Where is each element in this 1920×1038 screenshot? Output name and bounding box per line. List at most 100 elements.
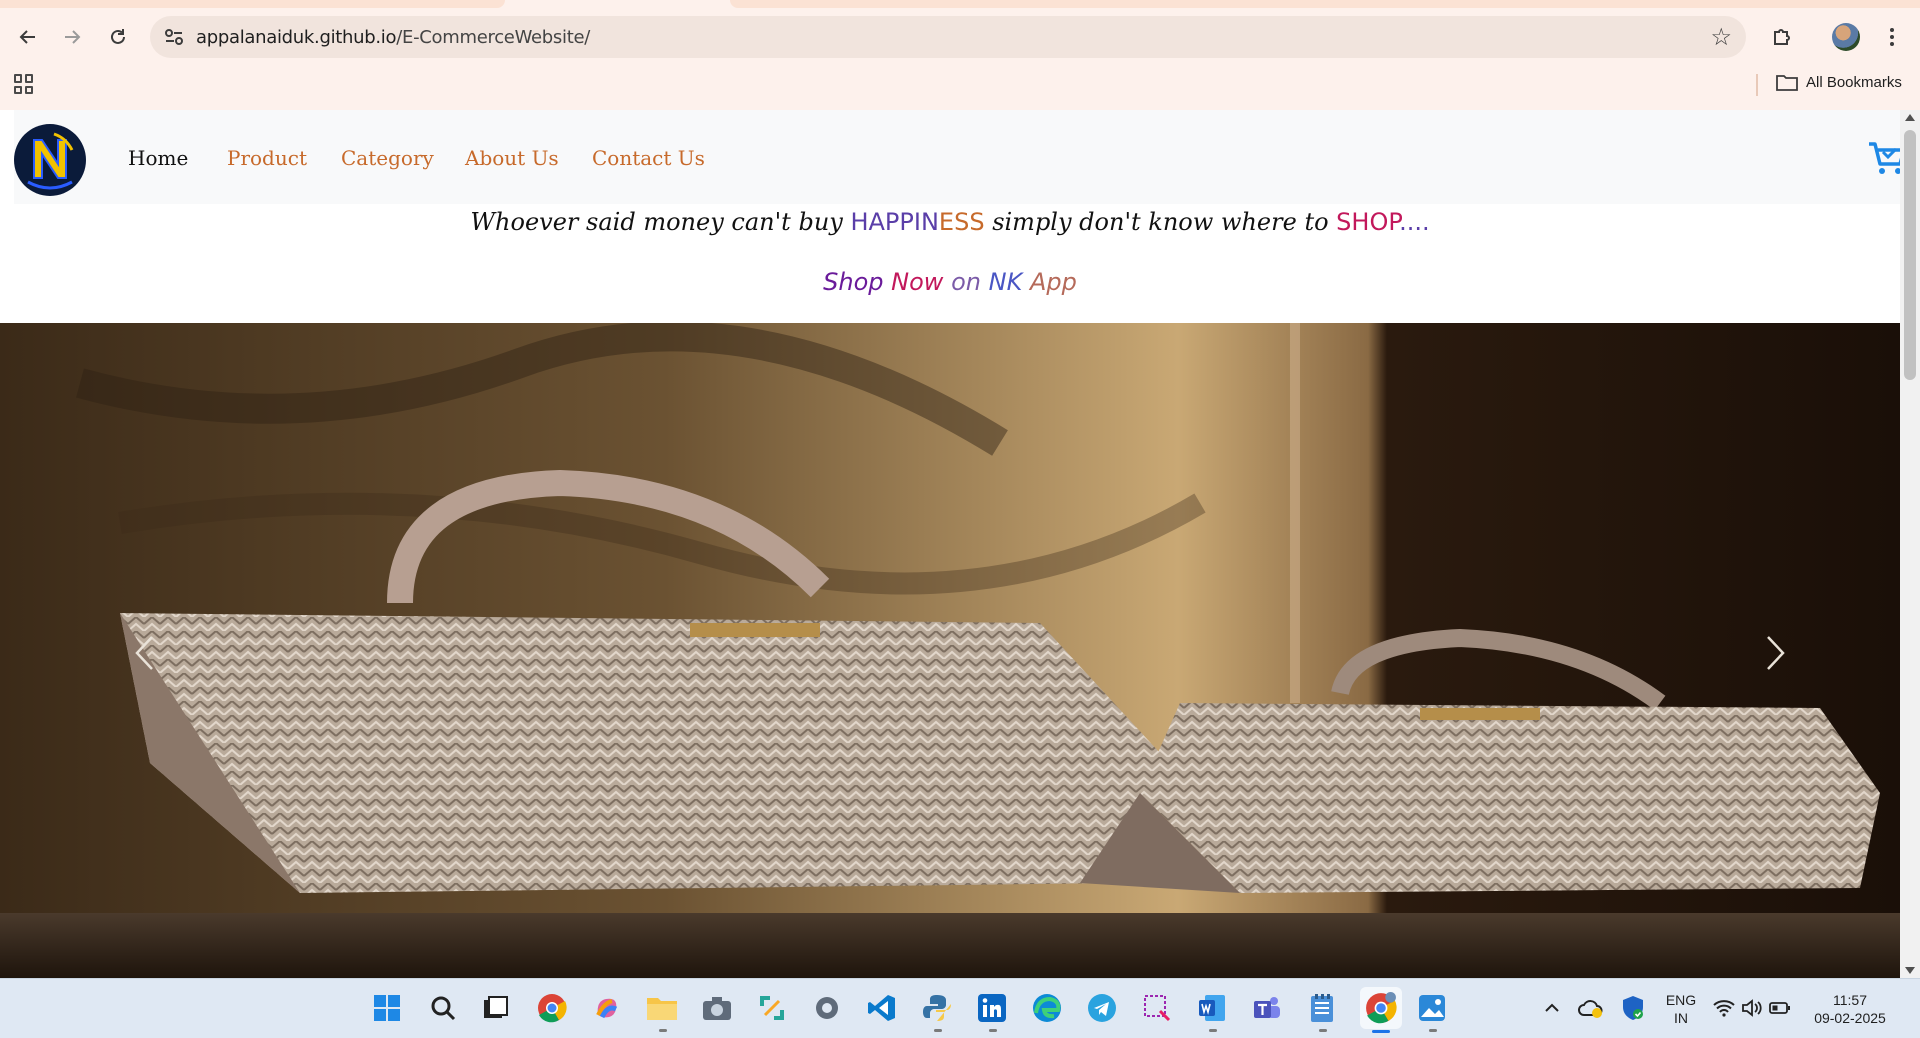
taskbar-python[interactable] [920, 991, 954, 1025]
taskbar-chrome[interactable] [535, 991, 569, 1025]
word-icon [1199, 995, 1225, 1021]
taskbar-edge[interactable] [1030, 991, 1064, 1025]
taskbar-notepad[interactable] [1305, 991, 1339, 1025]
profile-avatar[interactable] [1832, 23, 1860, 51]
clock-time: 11:57 [1833, 992, 1867, 1008]
scroll-thumb[interactable] [1904, 130, 1916, 380]
shield-icon [1623, 996, 1643, 1020]
hero-carousel[interactable] [0, 323, 1900, 978]
gear-icon [816, 997, 838, 1019]
snipping-tool-icon [760, 996, 784, 1020]
running-indicator [934, 1029, 942, 1032]
taskbar-linkedin[interactable] [975, 991, 1009, 1025]
address-bar[interactable]: appalanaiduk.github.io/E-CommerceWebsite… [150, 16, 1746, 58]
site-settings-icon[interactable] [162, 25, 186, 49]
telegram-icon [1088, 994, 1116, 1022]
carousel-slide-image [0, 323, 1900, 978]
clock[interactable]: 11:57 09-02-2025 [1810, 991, 1890, 1027]
arrow-right-icon [65, 30, 81, 44]
forward-button[interactable] [54, 19, 90, 55]
cta-nk: NK [988, 268, 1023, 296]
cta-now: Now [891, 268, 944, 296]
edge-icon [1033, 994, 1061, 1022]
cta-app: App [1029, 268, 1077, 296]
taskbar-vscode[interactable] [865, 991, 899, 1025]
battery-icon [1769, 1002, 1790, 1014]
taskbar-file-explorer[interactable] [645, 991, 679, 1025]
nav-product[interactable]: Product [227, 146, 307, 170]
taskbar-teams[interactable] [1250, 991, 1284, 1025]
running-indicator [1209, 1029, 1217, 1032]
taskbar-telegram[interactable] [1085, 991, 1119, 1025]
search-button[interactable] [426, 991, 460, 1025]
nav-contact-us[interactable]: Contact Us [592, 146, 705, 170]
chevron-right-icon [1767, 636, 1785, 670]
tagline: Whoever said money can't buy HAPPINESS s… [0, 208, 1900, 236]
nk-logo-icon [15, 125, 85, 195]
running-indicator [1429, 1029, 1437, 1032]
wifi-icon [1713, 1000, 1735, 1017]
quick-settings-button[interactable] [1712, 991, 1792, 1025]
cloud-warning-icon [1578, 1000, 1603, 1018]
nav-category[interactable]: Category [341, 146, 434, 170]
show-hidden-icons-button[interactable] [1535, 991, 1569, 1025]
taskbar-snipping[interactable] [755, 991, 789, 1025]
onedrive-tray[interactable] [1574, 991, 1608, 1025]
photos-icon [1419, 995, 1445, 1021]
taskbar-settings[interactable] [810, 991, 844, 1025]
web-page: Home Product Category About Us Contact U… [0, 110, 1900, 978]
volume-icon [1742, 999, 1762, 1017]
menu-button[interactable] [1874, 19, 1910, 55]
tagline-shop: SHOP [1336, 208, 1400, 236]
scroll-up-icon[interactable] [1905, 114, 1915, 121]
region-code: IN [1674, 1010, 1688, 1026]
taskbar-camera[interactable] [700, 991, 734, 1025]
bookmark-star-icon[interactable]: ☆ [1710, 23, 1732, 52]
chrome-icon [538, 994, 567, 1023]
windows-taskbar: ENG IN 11:57 09-02-2025 [0, 978, 1920, 1038]
tab-strip [0, 0, 1920, 10]
carousel-prev-button[interactable] [114, 623, 174, 683]
taskbar-copilot[interactable] [590, 991, 624, 1025]
extensions-button[interactable] [1764, 19, 1800, 55]
taskbar-snip-sketch[interactable] [1140, 991, 1174, 1025]
site-logo[interactable] [14, 124, 86, 196]
apps-grid-icon[interactable] [14, 74, 34, 94]
folder-icon [647, 998, 677, 1020]
linkedin-icon [978, 994, 1006, 1022]
back-button[interactable] [10, 19, 46, 55]
start-button[interactable] [370, 991, 404, 1025]
tagline-start: Whoever said money can't buy [470, 208, 851, 236]
running-indicator [989, 1029, 997, 1032]
carousel-next-button[interactable] [1746, 623, 1806, 683]
scroll-down-icon[interactable] [1905, 967, 1915, 974]
windows-logo-icon [374, 995, 400, 1021]
taskbar-chrome-active[interactable] [1360, 987, 1402, 1029]
tab-left[interactable] [0, 0, 505, 8]
security-tray[interactable] [1616, 991, 1650, 1025]
all-bookmarks-label: All Bookmarks [1806, 73, 1902, 91]
language-indicator[interactable]: ENG IN [1664, 991, 1698, 1027]
clock-date: 09-02-2025 [1814, 1010, 1886, 1026]
task-view-button[interactable] [478, 991, 512, 1025]
tagline-happiness-a: HAPPIN [850, 208, 939, 236]
tagline-middle: simply don't know where to [984, 208, 1337, 236]
url-text: appalanaiduk.github.io/E-CommerceWebsite… [196, 27, 590, 48]
taskbar-photos[interactable] [1415, 991, 1449, 1025]
reload-icon [111, 29, 125, 44]
taskbar-word[interactable] [1195, 991, 1229, 1025]
language-code: ENG [1665, 992, 1697, 1008]
nav-home[interactable]: Home [128, 146, 188, 170]
tab-right[interactable] [730, 0, 1920, 8]
chevron-up-icon [1545, 1003, 1559, 1012]
tagline-happiness-b: ESS [938, 208, 985, 236]
shop-now-cta[interactable]: Shop Now on NK App [0, 268, 1900, 296]
all-bookmarks-button[interactable]: All Bookmarks [1776, 73, 1902, 91]
kebab-menu-icon [1890, 28, 1894, 46]
bookmarks-bar: All Bookmarks [0, 66, 1920, 106]
page-scrollbar[interactable] [1900, 110, 1920, 978]
reload-button[interactable] [100, 19, 136, 55]
nav-about-us[interactable]: About Us [465, 146, 559, 170]
cta-shop: Shop [823, 268, 884, 296]
cart-icon[interactable] [1867, 138, 1900, 178]
